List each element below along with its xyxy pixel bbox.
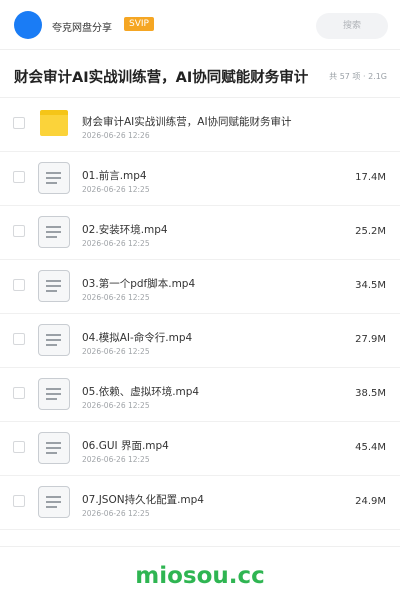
item-name: 07.JSON持久化配置.mp4 <box>82 494 204 506</box>
list-item[interactable]: 05.依赖、虚拟环境.mp4 2026-06-26 12:25 38.5M <box>0 368 400 422</box>
item-date: 2026-06-26 12:25 <box>82 347 150 356</box>
select-checkbox[interactable] <box>13 117 25 129</box>
select-checkbox[interactable] <box>13 495 25 507</box>
file-list: 财会审计AI实战训练营，AI协同赋能财务审计 2026-06-26 12:26 … <box>0 98 400 530</box>
video-file-icon <box>38 216 70 248</box>
list-item[interactable]: 04.模拟AI-命令行.mp4 2026-06-26 12:25 27.9M <box>0 314 400 368</box>
item-size: 45.4M <box>355 442 386 453</box>
item-date: 2026-06-26 12:25 <box>82 239 150 248</box>
item-name: 02.安装环境.mp4 <box>82 224 168 236</box>
item-name: 03.第一个pdf脚本.mp4 <box>82 278 196 290</box>
item-size: 17.4M <box>355 172 386 183</box>
select-checkbox[interactable] <box>13 333 25 345</box>
item-name: 06.GUI 界面.mp4 <box>82 440 169 452</box>
select-checkbox[interactable] <box>13 225 25 237</box>
list-item[interactable]: 06.GUI 界面.mp4 2026-06-26 12:25 45.4M <box>0 422 400 476</box>
select-checkbox[interactable] <box>13 387 25 399</box>
item-name: 01.前言.mp4 <box>82 170 147 182</box>
item-date: 2026-06-26 12:25 <box>82 455 150 464</box>
avatar[interactable] <box>14 11 42 39</box>
item-size: 24.9M <box>355 496 386 507</box>
app-header: 夸克网盘分享 SVIP <box>0 0 400 50</box>
video-file-icon <box>38 324 70 356</box>
select-checkbox[interactable] <box>13 441 25 453</box>
video-file-icon <box>38 378 70 410</box>
video-file-icon <box>38 486 70 518</box>
item-size: 27.9M <box>355 334 386 345</box>
page-title: 财会审计AI实战训练营，AI协同赋能财务审计 <box>14 70 309 86</box>
item-date: 2026-06-26 12:26 <box>82 131 150 140</box>
search-input[interactable] <box>316 13 388 39</box>
item-date: 2026-06-26 12:25 <box>82 293 150 302</box>
folder-icon <box>38 108 70 140</box>
folder-meta: 共 57 项 · 2.1G <box>329 72 387 81</box>
item-name: 05.依赖、虚拟环境.mp4 <box>82 386 200 398</box>
list-item[interactable]: 01.前言.mp4 2026-06-26 12:25 17.4M <box>0 152 400 206</box>
select-checkbox[interactable] <box>13 279 25 291</box>
item-name: 04.模拟AI-命令行.mp4 <box>82 332 193 344</box>
brand-name: 夸克网盘分享 <box>52 23 112 34</box>
list-item[interactable]: 财会审计AI实战训练营，AI协同赋能财务审计 2026-06-26 12:26 <box>0 98 400 152</box>
footer-divider <box>0 546 400 547</box>
item-name: 财会审计AI实战训练营，AI协同赋能财务审计 <box>82 116 292 128</box>
folder-title-row: 财会审计AI实战训练营，AI协同赋能财务审计 共 57 项 · 2.1G <box>0 50 400 98</box>
item-size: 25.2M <box>355 226 386 237</box>
video-file-icon <box>38 162 70 194</box>
item-size: 38.5M <box>355 388 386 399</box>
item-size: 34.5M <box>355 280 386 291</box>
list-item[interactable]: 03.第一个pdf脚本.mp4 2026-06-26 12:25 34.5M <box>0 260 400 314</box>
list-item[interactable]: 02.安装环境.mp4 2026-06-26 12:25 25.2M <box>0 206 400 260</box>
list-item[interactable]: 07.JSON持久化配置.mp4 2026-06-26 12:25 24.9M <box>0 476 400 530</box>
watermark: miosou.cc <box>135 563 265 589</box>
select-checkbox[interactable] <box>13 171 25 183</box>
item-date: 2026-06-26 12:25 <box>82 185 150 194</box>
video-file-icon <box>38 432 70 464</box>
video-file-icon <box>38 270 70 302</box>
item-date: 2026-06-26 12:25 <box>82 401 150 410</box>
svip-badge: SVIP <box>124 17 154 31</box>
item-date: 2026-06-26 12:25 <box>82 509 150 518</box>
